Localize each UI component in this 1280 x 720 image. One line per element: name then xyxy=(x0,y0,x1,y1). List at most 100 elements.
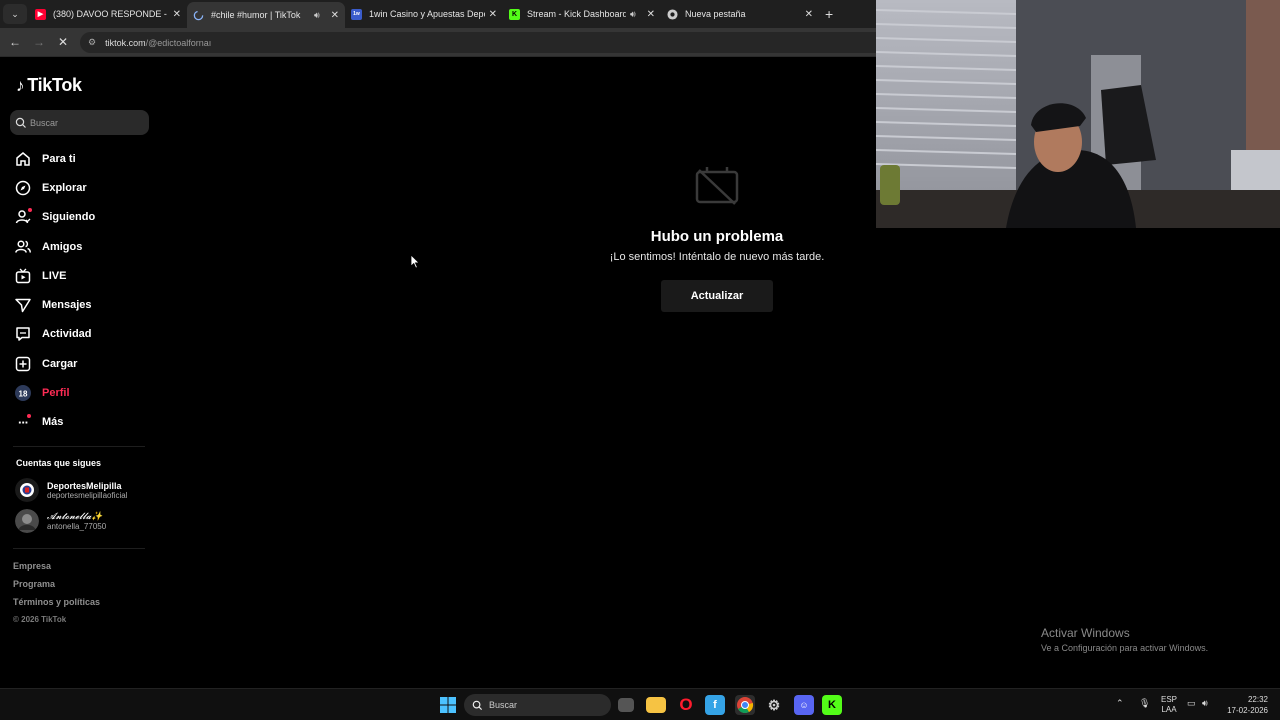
file-explorer-icon[interactable] xyxy=(646,697,666,713)
tab-youtube[interactable]: ▶ (380) DAVOO RESPONDE - CON ✕ xyxy=(29,0,187,28)
mouse-cursor-icon xyxy=(410,254,420,269)
tab-kick[interactable]: K Stream - Kick Dashboard 🔊︎ ✕ xyxy=(503,0,661,28)
forward-arrow-icon[interactable]: → xyxy=(27,35,51,49)
sidebar-item-siguiendo[interactable]: Siguiendo xyxy=(14,203,95,232)
tab-title: Nueva pestaña xyxy=(685,9,746,19)
search-icon xyxy=(15,117,26,128)
logo-text: TikTok xyxy=(27,75,82,95)
divider xyxy=(13,446,145,447)
footer-link-terminos[interactable]: Términos y políticas xyxy=(13,597,100,615)
sidebar-item-explorar[interactable]: Explorar xyxy=(14,173,95,202)
sidebar-item-label: LIVE xyxy=(42,269,67,282)
live-icon xyxy=(15,268,31,284)
more-icon: ··· xyxy=(14,413,32,431)
back-arrow-icon[interactable]: ← xyxy=(3,35,27,49)
sidebar-nav: Para ti Explorar Siguiendo Amigos LIVE M… xyxy=(14,144,95,437)
sidebar-item-label: Mensajes xyxy=(42,299,92,312)
language-indicator[interactable]: ESP LAA xyxy=(1161,695,1177,715)
close-icon[interactable]: ✕ xyxy=(173,9,181,20)
taskbar-search-input[interactable]: Buscar xyxy=(464,694,611,716)
windows-taskbar: Buscar O f ⚙ ☺ K ⌃ 🎙︎ ESP LAA ▭ 🔊︎ 22:32… xyxy=(0,688,1280,720)
search-input[interactable]: Buscar xyxy=(10,110,149,135)
youtube-favicon-icon: ▶ xyxy=(35,8,46,20)
volume-icon[interactable]: 🔊︎ xyxy=(1202,698,1208,709)
tab-title: #chile #humor | TikTok xyxy=(211,10,301,20)
close-icon[interactable]: ✕ xyxy=(647,9,655,20)
sidebar-item-live[interactable]: LIVE xyxy=(14,261,95,290)
sidebar-item-mas[interactable]: ··· Más xyxy=(14,408,95,437)
avatar xyxy=(15,509,39,533)
chrome-icon[interactable] xyxy=(735,695,755,715)
kick-app-icon[interactable]: K xyxy=(822,695,842,715)
sidebar-item-label: Actividad xyxy=(42,328,92,341)
divider xyxy=(13,548,145,549)
discord-icon[interactable]: ☺ xyxy=(794,695,814,715)
task-view-icon[interactable] xyxy=(618,698,634,712)
speaker-icon[interactable]: 🔊︎ xyxy=(314,10,320,21)
account-item[interactable]: 𝓐𝓷𝓽𝓸𝓷𝓮𝓵𝓵𝓪✨ antonella_77050 xyxy=(15,509,106,533)
windows-start-icon[interactable] xyxy=(438,695,458,715)
clock-time: 22:32 xyxy=(1247,695,1268,704)
activate-title: Activar Windows xyxy=(1041,626,1130,640)
footer-links: Empresa Programa Términos y políticas © … xyxy=(13,561,100,629)
sidebar-item-label: Cargar xyxy=(42,357,78,370)
loading-spinner-icon xyxy=(193,10,204,20)
steam-icon[interactable]: ⚙ xyxy=(764,695,784,715)
opera-icon[interactable]: O xyxy=(676,695,696,715)
tab-search-button[interactable]: ⌄ xyxy=(3,4,27,24)
sidebar-item-label: Siguiendo xyxy=(42,211,96,224)
copyright: © 2026 TikTok xyxy=(13,615,67,624)
sidebar-item-label: Perfil xyxy=(42,387,70,400)
sidebar-item-amigos[interactable]: Amigos xyxy=(14,232,95,261)
sidebar-item-perfil[interactable]: 18 Perfil xyxy=(14,378,95,407)
tiktok-logo[interactable]: ♪ TikTok xyxy=(16,75,82,96)
show-hidden-icons-chevron-icon[interactable]: ⌃ xyxy=(1116,698,1124,709)
site-info-icon[interactable]: ⚙ xyxy=(88,37,96,48)
taskbar-search-placeholder: Buscar xyxy=(489,700,518,710)
close-icon[interactable]: ✕ xyxy=(331,10,339,21)
activate-windows-watermark: Activar Windows Ve a Configuración para … xyxy=(1041,626,1208,653)
1win-favicon-icon: 1w xyxy=(351,8,362,20)
search-placeholder: Buscar xyxy=(30,117,59,128)
tab-tiktok[interactable]: #chile #humor | TikTok 🔊︎ ✕ xyxy=(187,2,345,28)
system-clock[interactable]: 22:32 17-02-2026 xyxy=(1224,694,1268,716)
browser-tab-strip: ⌄ ▶ (380) DAVOO RESPONDE - CON ✕ #chile … xyxy=(0,0,876,28)
tab-1win[interactable]: 1w 1win Casino y Apuestas Depor ✕ xyxy=(345,0,503,28)
messages-icon xyxy=(15,298,31,313)
refresh-button[interactable]: Actualizar xyxy=(661,280,773,312)
home-icon xyxy=(16,151,30,166)
webcam-overlay xyxy=(876,0,1280,228)
account-item[interactable]: DeportesMelipilla deportesmelipillaofici… xyxy=(15,478,127,502)
sidebar-item-cargar[interactable]: Cargar xyxy=(14,349,95,378)
stop-loading-icon[interactable]: ✕ xyxy=(51,35,75,49)
activity-icon xyxy=(16,327,30,342)
close-icon[interactable]: ✕ xyxy=(489,9,497,20)
sidebar-item-para-ti[interactable]: Para ti xyxy=(14,144,95,173)
url-path: /@edictoalfornaı xyxy=(145,37,212,48)
profile-avatar-icon: 18 xyxy=(15,385,31,402)
footer-link-empresa[interactable]: Empresa xyxy=(13,561,100,579)
sidebar-item-actividad[interactable]: Actividad xyxy=(14,320,95,349)
footer-link-programa[interactable]: Programa xyxy=(13,579,100,597)
account-name: 𝓐𝓷𝓽𝓸𝓷𝓮𝓵𝓵𝓪✨ xyxy=(47,511,103,522)
sidebar-item-mensajes[interactable]: Mensajes xyxy=(14,290,95,319)
tiktok-sidebar: ♪ TikTok Buscar Para ti Explorar Siguien… xyxy=(0,58,162,688)
app-f-icon[interactable]: f xyxy=(705,695,725,715)
layout-code: LAA xyxy=(1161,705,1177,714)
account-handle: antonella_77050 xyxy=(47,521,107,531)
search-icon xyxy=(472,700,483,710)
address-bar-row: ← → ✕ ⚙ tiktok.com/@edictoalfornaı xyxy=(0,28,880,57)
account-handle: deportesmelipillaoficial xyxy=(47,490,128,500)
kick-favicon-icon: K xyxy=(509,8,520,20)
new-tab-plus-icon[interactable]: + xyxy=(825,6,833,22)
sidebar-item-label: Explorar xyxy=(42,181,87,194)
following-accounts-title: Cuentas que sigues xyxy=(16,458,102,468)
microphone-icon[interactable]: 🎙︎ xyxy=(1139,698,1150,709)
tab-new[interactable]: Nueva pestaña ✕ xyxy=(661,0,819,28)
network-icon[interactable]: ▭ xyxy=(1187,698,1196,709)
chrome-favicon-icon xyxy=(667,8,678,20)
url-input[interactable]: ⚙ tiktok.com/@edictoalfornaı xyxy=(80,32,880,53)
close-icon[interactable]: ✕ xyxy=(805,9,813,20)
language-code: ESP xyxy=(1161,695,1178,704)
speaker-icon[interactable]: 🔊︎ xyxy=(630,9,636,20)
